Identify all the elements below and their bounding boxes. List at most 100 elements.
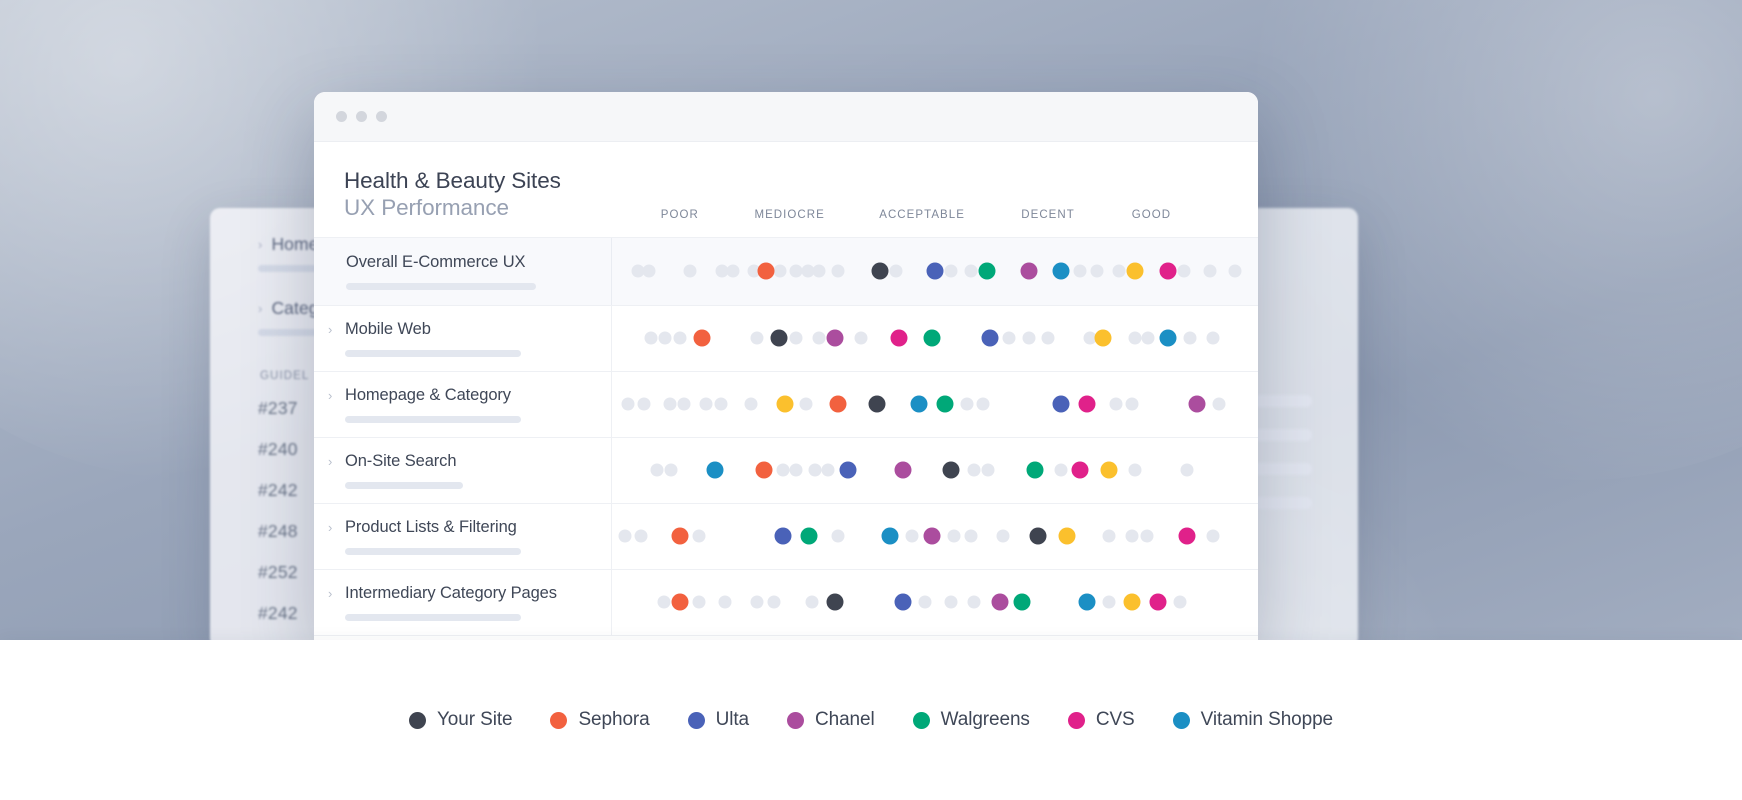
data-point-sephora[interactable]: [671, 593, 689, 611]
maximize-icon[interactable]: [376, 111, 387, 122]
data-point: [658, 331, 672, 345]
data-point-ulta[interactable]: [839, 461, 857, 479]
data-point-ulta[interactable]: [981, 329, 999, 347]
data-point-chanel[interactable]: [1188, 395, 1206, 413]
data-point: [1206, 331, 1220, 345]
data-point-chanel[interactable]: [923, 527, 941, 545]
chart-row[interactable]: › Product Lists & Filtering: [314, 503, 1258, 570]
data-point: [750, 595, 764, 609]
data-point-ulta[interactable]: [1052, 395, 1070, 413]
data-point: [831, 529, 845, 543]
data-point-walgreens[interactable]: [800, 527, 818, 545]
chart-row-label-cell: › Product Lists & Filtering: [314, 503, 612, 569]
data-point: [673, 331, 687, 345]
chart-row[interactable]: › On-Site Search: [314, 437, 1258, 504]
data-point-vitamin-shoppe[interactable]: [1078, 593, 1096, 611]
data-point-cvs[interactable]: [1078, 395, 1096, 413]
data-point: [1109, 397, 1123, 411]
data-point-your-site[interactable]: [868, 395, 886, 413]
data-point-sephora[interactable]: [829, 395, 847, 413]
chart-row-plot: [612, 504, 1258, 569]
data-point: [776, 463, 790, 477]
data-point-your-site[interactable]: [942, 461, 960, 479]
legend-item-chanel[interactable]: Chanel: [787, 709, 875, 731]
data-point-your-site[interactable]: [871, 262, 889, 280]
data-point: [1183, 331, 1197, 345]
data-point: [944, 264, 958, 278]
data-point: [618, 529, 632, 543]
data-point-walgreens[interactable]: [978, 262, 996, 280]
data-point-your-site[interactable]: [826, 593, 844, 611]
chart-row[interactable]: › Intermediary Category Pages: [314, 569, 1258, 636]
chart-row[interactable]: › Mobile Web: [314, 305, 1258, 372]
legend-item-cvs[interactable]: CVS: [1067, 709, 1135, 731]
data-point-vitamin-shoppe[interactable]: [910, 395, 928, 413]
data-point-cvs[interactable]: [1178, 527, 1196, 545]
data-point: [1173, 595, 1187, 609]
data-point-cvs[interactable]: [1149, 593, 1167, 611]
legend-swatch-icon: [912, 711, 930, 729]
legend-item-label: Chanel: [815, 709, 875, 730]
data-point[interactable]: [776, 395, 794, 413]
data-point: [1022, 331, 1036, 345]
chevron-right-icon[interactable]: ›: [328, 455, 335, 468]
minimize-icon[interactable]: [356, 111, 367, 122]
legend-item-ulta[interactable]: Ulta: [687, 709, 749, 731]
data-point[interactable]: [1126, 262, 1144, 280]
data-point-your-site[interactable]: [1029, 527, 1047, 545]
data-point: [718, 595, 732, 609]
data-point-ulta[interactable]: [774, 527, 792, 545]
data-point: [1206, 529, 1220, 543]
legend-item-vitamin-shoppe[interactable]: Vitamin Shoppe: [1172, 709, 1333, 731]
data-point-sephora[interactable]: [693, 329, 711, 347]
data-point-walgreens[interactable]: [923, 329, 941, 347]
data-point-vitamin-shoppe[interactable]: [706, 461, 724, 479]
data-point: [650, 463, 664, 477]
chart-row-label-cell: › Homepage & Category: [314, 371, 612, 437]
data-point[interactable]: [1123, 593, 1141, 611]
data-point-vitamin-shoppe[interactable]: [1159, 329, 1177, 347]
legend-item-walgreens[interactable]: Walgreens: [912, 709, 1030, 731]
chevron-right-icon[interactable]: ›: [328, 389, 335, 402]
legend-item-your-site[interactable]: Your Site: [408, 709, 513, 731]
data-point-chanel[interactable]: [826, 329, 844, 347]
data-point-ulta[interactable]: [926, 262, 944, 280]
data-point[interactable]: [1100, 461, 1118, 479]
data-point[interactable]: [1094, 329, 1112, 347]
data-point-vitamin-shoppe[interactable]: [881, 527, 899, 545]
chevron-right-icon[interactable]: ›: [328, 587, 335, 600]
data-point-cvs[interactable]: [890, 329, 908, 347]
data-point: [773, 264, 787, 278]
data-point: [621, 397, 635, 411]
chart-row[interactable]: › Homepage & Category: [314, 371, 1258, 438]
data-point-sephora[interactable]: [671, 527, 689, 545]
data-point-walgreens[interactable]: [936, 395, 954, 413]
data-point-walgreens[interactable]: [1013, 593, 1031, 611]
data-point: [657, 595, 671, 609]
data-point-vitamin-shoppe[interactable]: [1052, 262, 1070, 280]
data-point: [634, 529, 648, 543]
chart-row-placeholder-bar: [345, 415, 521, 423]
data-point-sephora[interactable]: [755, 461, 773, 479]
data-point: [1041, 331, 1055, 345]
data-point: [964, 529, 978, 543]
data-point-your-site[interactable]: [770, 329, 788, 347]
chart-row-label-text: Intermediary Category Pages: [345, 583, 557, 602]
data-point[interactable]: [1058, 527, 1076, 545]
chart-row-label-cell: › Intermediary Category Pages: [314, 569, 612, 635]
data-point-chanel[interactable]: [1020, 262, 1038, 280]
data-point-cvs[interactable]: [1159, 262, 1177, 280]
data-point: [789, 331, 803, 345]
data-point-chanel[interactable]: [991, 593, 1009, 611]
close-icon[interactable]: [336, 111, 347, 122]
legend-item-sephora[interactable]: Sephora: [550, 709, 650, 731]
data-point: [854, 331, 868, 345]
data-point-walgreens[interactable]: [1026, 461, 1044, 479]
data-point-sephora[interactable]: [757, 262, 775, 280]
data-point-ulta[interactable]: [894, 593, 912, 611]
chevron-right-icon[interactable]: ›: [328, 323, 335, 336]
chart-row-placeholder-bar: [345, 547, 521, 555]
chevron-right-icon[interactable]: ›: [328, 521, 335, 534]
data-point-chanel[interactable]: [894, 461, 912, 479]
data-point-cvs[interactable]: [1071, 461, 1089, 479]
